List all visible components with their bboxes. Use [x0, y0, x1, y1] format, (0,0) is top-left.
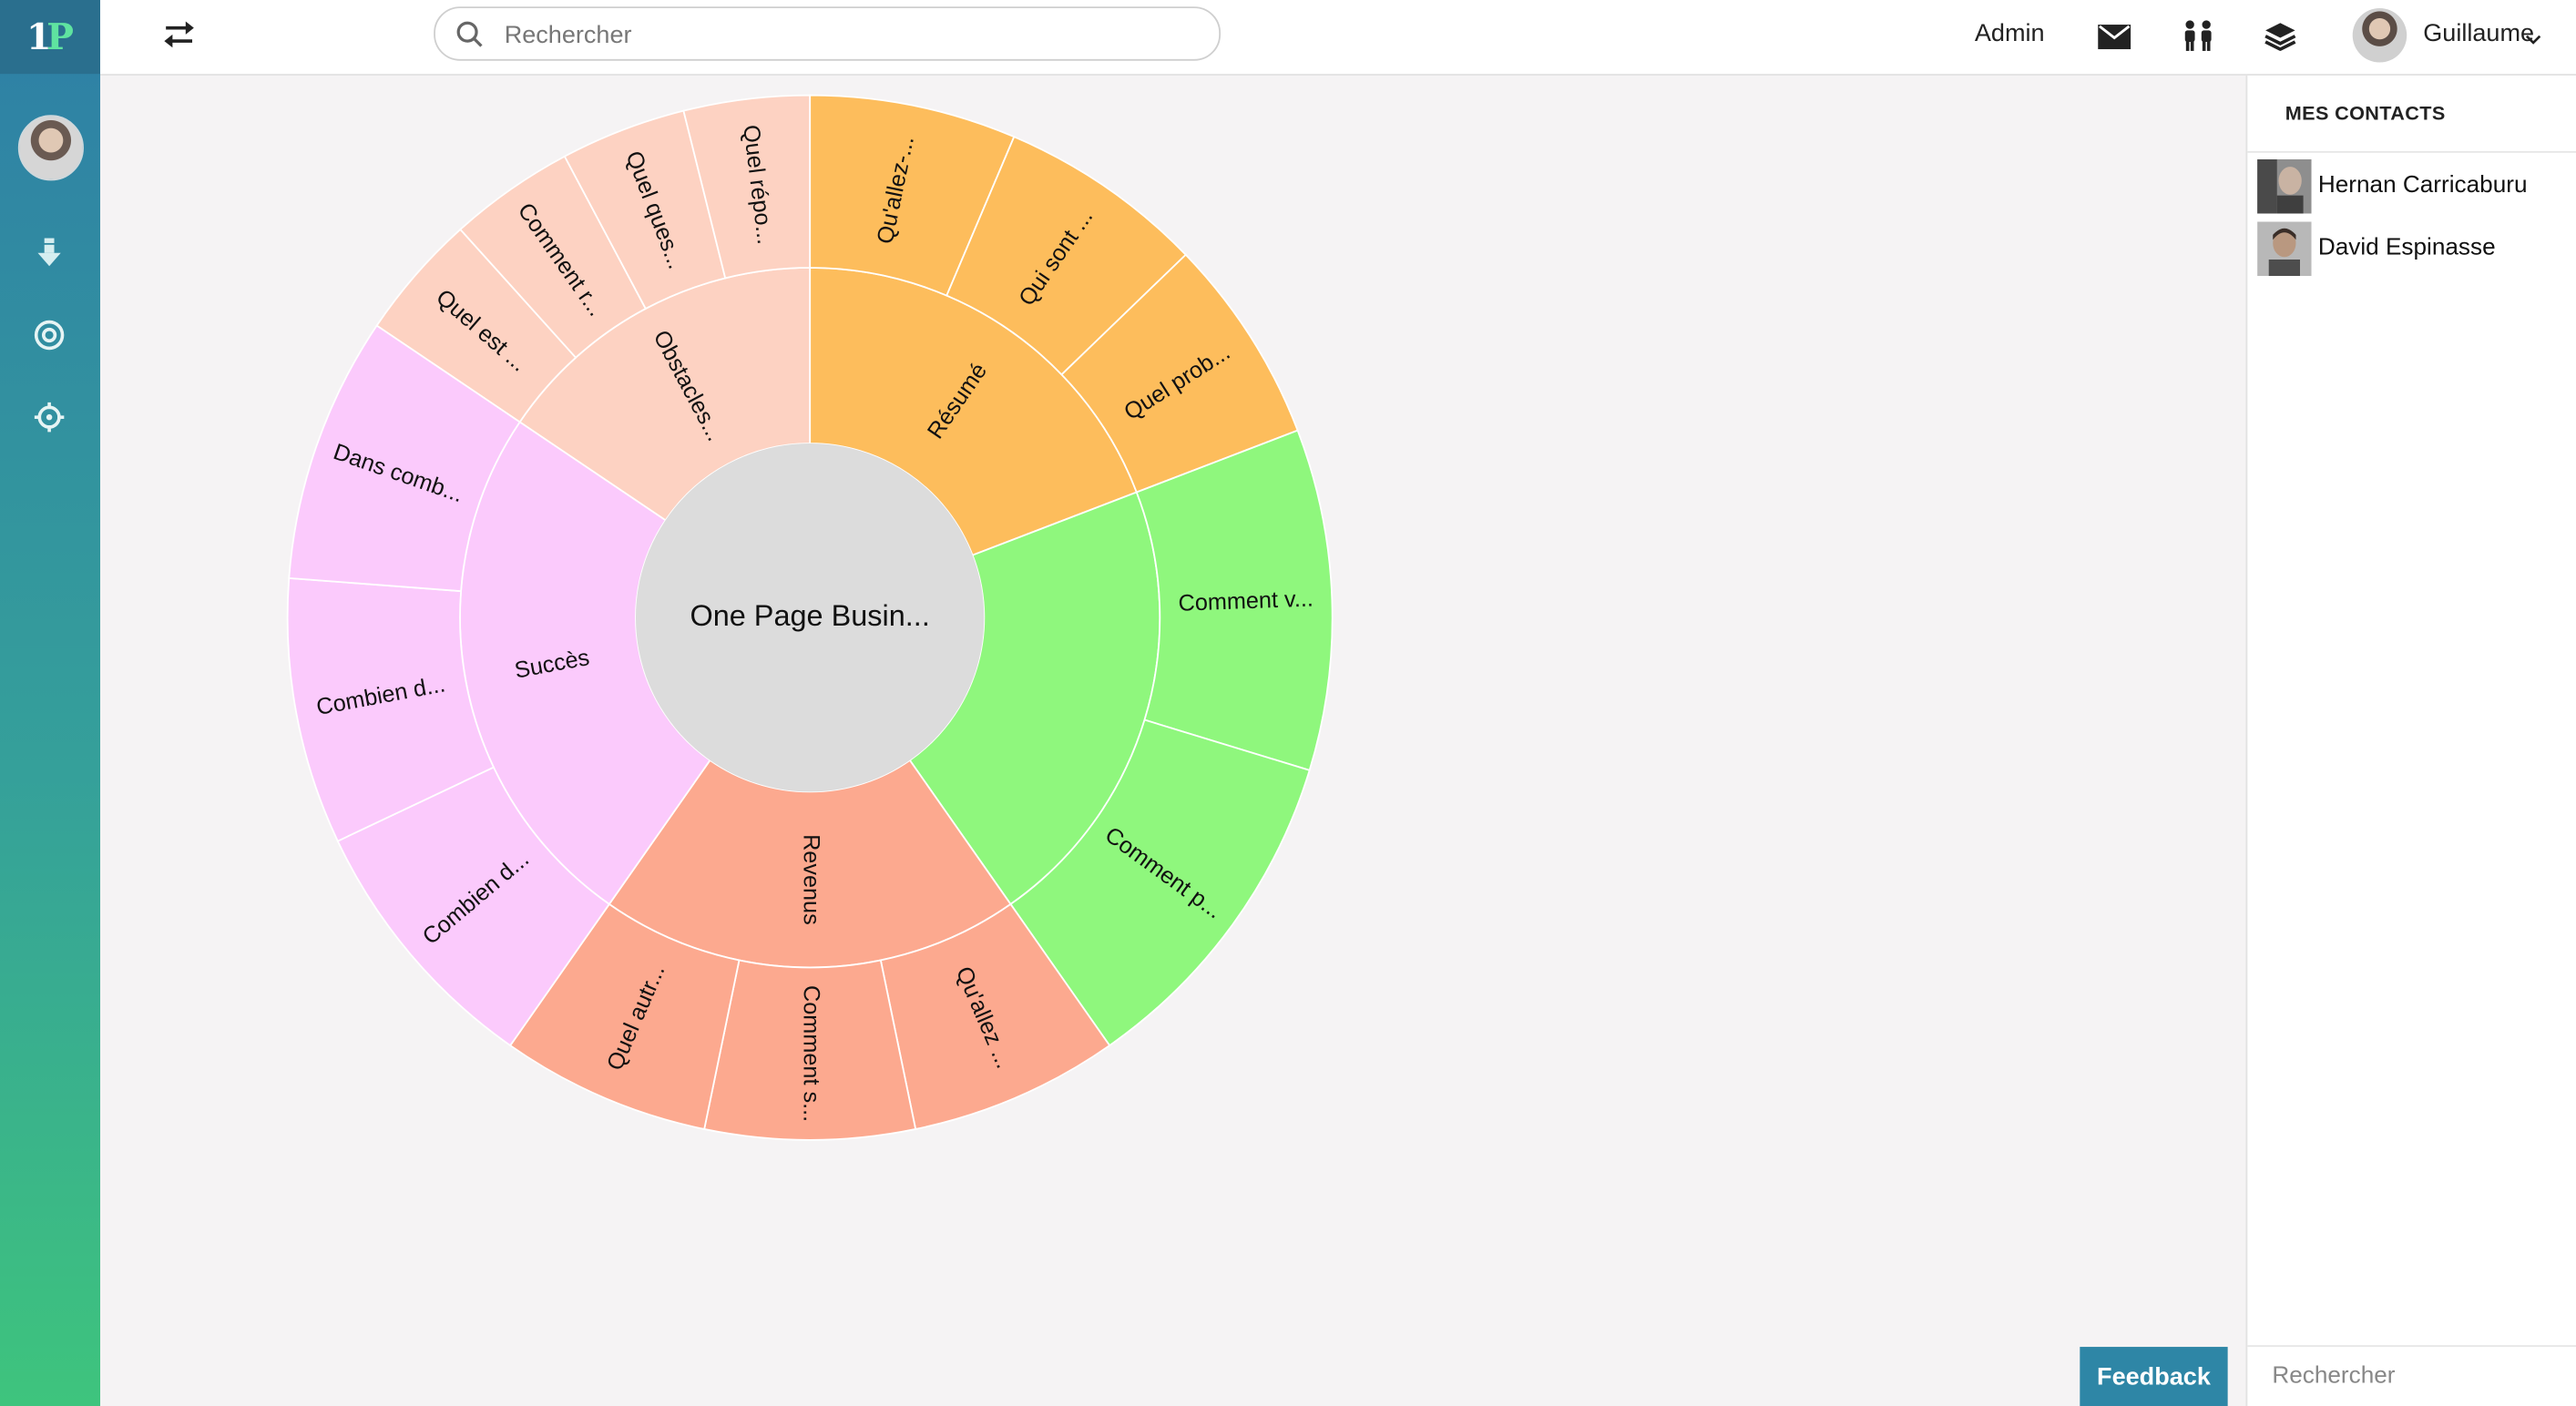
admin-link[interactable]: Admin	[1975, 20, 2045, 48]
sunburst-svg: Qu'allez-...Qui sont ...Quel prob...Résu…	[286, 94, 1334, 1141]
contacts-search-input[interactable]	[2268, 1361, 2555, 1391]
left-rail: 1P	[0, 0, 101, 1406]
user-avatar[interactable]	[2352, 8, 2407, 63]
sunburst-leaf-label: Comment v...	[1178, 586, 1314, 616]
contact-item[interactable]: Hernan Carricaburu	[2257, 158, 2528, 213]
contact-avatar	[2257, 220, 2312, 276]
logo-letter-p: P	[46, 15, 75, 59]
contacts-panel: MES CONTACTS Hernan Carricaburu David Es…	[2245, 75, 2576, 1406]
rail-avatar[interactable]	[17, 115, 84, 181]
crosshair-icon[interactable]	[29, 398, 68, 437]
search-box[interactable]	[434, 6, 1222, 61]
search-icon	[456, 21, 483, 47]
app-logo[interactable]: 1P	[0, 0, 101, 75]
user-name[interactable]: Guillaume	[2423, 20, 2534, 48]
sunburst-chart: Qu'allez-... Qui sont ... Quel prob... Résu…	[100, 76, 2245, 1406]
mail-icon[interactable]	[2096, 18, 2132, 55]
top-bar: Admin Guillaume	[100, 0, 2576, 76]
contact-name: David Espinasse	[2317, 234, 2496, 261]
swap-arrows-icon[interactable]	[161, 16, 200, 56]
contact-avatar	[2257, 158, 2312, 213]
people-icon[interactable]	[2180, 18, 2216, 55]
sunburst-group-label: Revenus	[798, 834, 823, 925]
contacts-search-box[interactable]	[2247, 1345, 2576, 1406]
layers-icon[interactable]	[2263, 18, 2299, 55]
contact-name: Hernan Carricaburu	[2317, 172, 2528, 199]
target-icon[interactable]	[29, 315, 68, 354]
contact-item[interactable]: David Espinasse	[2257, 220, 2496, 276]
sunburst-center-label: One Page Busin...	[690, 599, 929, 632]
search-input[interactable]	[501, 16, 1198, 53]
download-icon[interactable]	[29, 233, 68, 272]
feedback-button[interactable]: Feedback	[2080, 1347, 2228, 1406]
contacts-title: MES CONTACTS	[2247, 76, 2576, 153]
sunburst-leaf-label: Comment s...	[798, 985, 823, 1122]
chevron-down-icon[interactable]	[2525, 25, 2541, 54]
